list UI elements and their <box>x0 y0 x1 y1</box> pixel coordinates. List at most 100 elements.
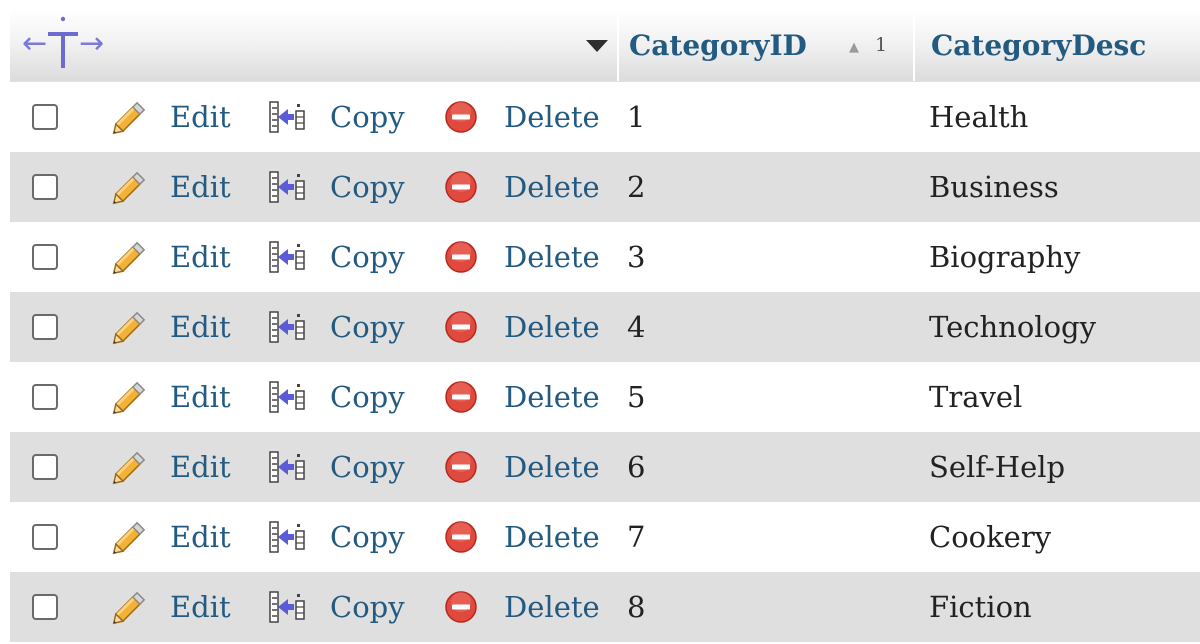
copy-label: Copy <box>330 310 405 344</box>
delete-link[interactable]: Delete <box>444 432 600 502</box>
copy-row-icon <box>269 521 305 553</box>
row-checkbox[interactable] <box>32 594 58 620</box>
row-checkbox-cell <box>32 292 58 362</box>
edit-link[interactable]: Edit <box>110 572 231 642</box>
categoryid-cell: 2 <box>627 152 645 222</box>
row-checkbox-cell <box>32 432 58 502</box>
column-header-categorydesc[interactable]: CategoryDesc <box>913 10 1200 81</box>
categorydesc-value: Self-Help <box>929 450 1066 484</box>
edit-label: Edit <box>170 380 231 414</box>
pencil-icon <box>112 381 146 415</box>
copy-row-icon <box>269 591 305 623</box>
row-checkbox-cell <box>32 572 58 642</box>
edit-link[interactable]: Edit <box>110 222 231 292</box>
copy-link[interactable]: Copy <box>268 292 405 362</box>
row-checkbox-cell <box>32 152 58 222</box>
delete-label: Delete <box>504 170 600 204</box>
edit-link[interactable]: Edit <box>110 292 231 362</box>
delete-label: Delete <box>504 240 600 274</box>
table-row: Edit Copy Delete <box>10 152 1200 222</box>
categorydesc-value: Biography <box>929 240 1081 274</box>
column-menu-dropdown-icon[interactable] <box>586 40 608 54</box>
pencil-icon <box>112 171 146 205</box>
row-checkbox[interactable] <box>32 524 58 550</box>
delete-label: Delete <box>504 590 600 624</box>
categorydesc-value: Fiction <box>929 590 1032 624</box>
edit-link[interactable]: Edit <box>110 152 231 222</box>
edit-link[interactable]: Edit <box>110 82 231 152</box>
categoryid-value: 3 <box>627 240 646 274</box>
edit-link[interactable]: Edit <box>110 502 231 572</box>
row-checkbox-cell <box>32 362 58 432</box>
copy-label: Copy <box>330 520 405 554</box>
delete-link[interactable]: Delete <box>444 152 600 222</box>
delete-label: Delete <box>504 100 600 134</box>
categorydesc-value: Cookery <box>929 520 1052 554</box>
categorydesc-value: Travel <box>929 380 1023 414</box>
table-row: Edit Copy Delete <box>10 82 1200 152</box>
pencil-icon <box>112 521 146 555</box>
copy-link[interactable]: Copy <box>268 222 405 292</box>
row-checkbox[interactable] <box>32 314 58 340</box>
delete-label: Delete <box>504 310 600 344</box>
categoryid-cell: 6 <box>627 432 645 502</box>
column-header-categoryid[interactable]: CategoryID ▲ 1 <box>617 10 913 81</box>
copy-link[interactable]: Copy <box>268 362 405 432</box>
row-checkbox[interactable] <box>32 104 58 130</box>
delete-icon <box>445 451 477 483</box>
categorydesc-cell: Health <box>929 82 1028 152</box>
column-resize-control[interactable]: ← → <box>22 16 104 72</box>
delete-icon <box>445 101 477 133</box>
table-row: Edit Copy Delete <box>10 292 1200 362</box>
copy-link[interactable]: Copy <box>268 432 405 502</box>
delete-icon <box>445 591 477 623</box>
delete-link[interactable]: Delete <box>444 292 600 362</box>
delete-label: Delete <box>504 520 600 554</box>
categoryid-cell: 8 <box>627 572 645 642</box>
edit-link[interactable]: Edit <box>110 432 231 502</box>
row-checkbox[interactable] <box>32 454 58 480</box>
copy-label: Copy <box>330 170 405 204</box>
categorydesc-cell: Cookery <box>929 502 1051 572</box>
copy-link[interactable]: Copy <box>268 572 405 642</box>
column-header-categorydesc-link[interactable]: CategoryDesc <box>931 29 1146 62</box>
row-checkbox[interactable] <box>32 244 58 270</box>
table-row: Edit Copy Delete <box>10 222 1200 292</box>
row-checkbox[interactable] <box>32 384 58 410</box>
sort-ascending-icon: ▲ <box>849 40 859 55</box>
table-row: Edit Copy Delete <box>10 572 1200 642</box>
table-header: ← → CategoryID ▲ 1 CategoryDesc <box>10 10 1200 82</box>
categorydesc-cell: Self-Help <box>929 432 1065 502</box>
copy-link[interactable]: Copy <box>268 502 405 572</box>
table-body: Edit Copy Delete 1 Health Edit Copy Dele… <box>10 82 1200 642</box>
copy-row-icon <box>269 101 305 133</box>
delete-link[interactable]: Delete <box>444 572 600 642</box>
delete-icon <box>445 311 477 343</box>
delete-link[interactable]: Delete <box>444 362 600 432</box>
copy-link[interactable]: Copy <box>268 152 405 222</box>
categoryid-value: 5 <box>627 380 646 414</box>
edit-label: Edit <box>170 520 231 554</box>
copy-label: Copy <box>330 100 405 134</box>
pencil-icon <box>112 311 146 345</box>
delete-link[interactable]: Delete <box>444 222 600 292</box>
arrow-right-icon: → <box>79 26 105 61</box>
edit-link[interactable]: Edit <box>110 362 231 432</box>
delete-link[interactable]: Delete <box>444 502 600 572</box>
categoryid-value: 4 <box>627 310 646 344</box>
column-header-categoryid-link[interactable]: CategoryID <box>629 29 807 62</box>
categoryid-value: 8 <box>627 590 646 624</box>
categorydesc-cell: Travel <box>929 362 1022 432</box>
row-checkbox-cell <box>32 222 58 292</box>
table-row: Edit Copy Delete <box>10 502 1200 572</box>
delete-link[interactable]: Delete <box>444 82 600 152</box>
edit-label: Edit <box>170 450 231 484</box>
copy-label: Copy <box>330 450 405 484</box>
categoryid-cell: 5 <box>627 362 645 432</box>
row-checkbox[interactable] <box>32 174 58 200</box>
edit-label: Edit <box>170 240 231 274</box>
categorydesc-value: Business <box>929 170 1059 204</box>
categorydesc-cell: Fiction <box>929 572 1032 642</box>
delete-icon <box>445 381 477 413</box>
copy-link[interactable]: Copy <box>268 82 405 152</box>
